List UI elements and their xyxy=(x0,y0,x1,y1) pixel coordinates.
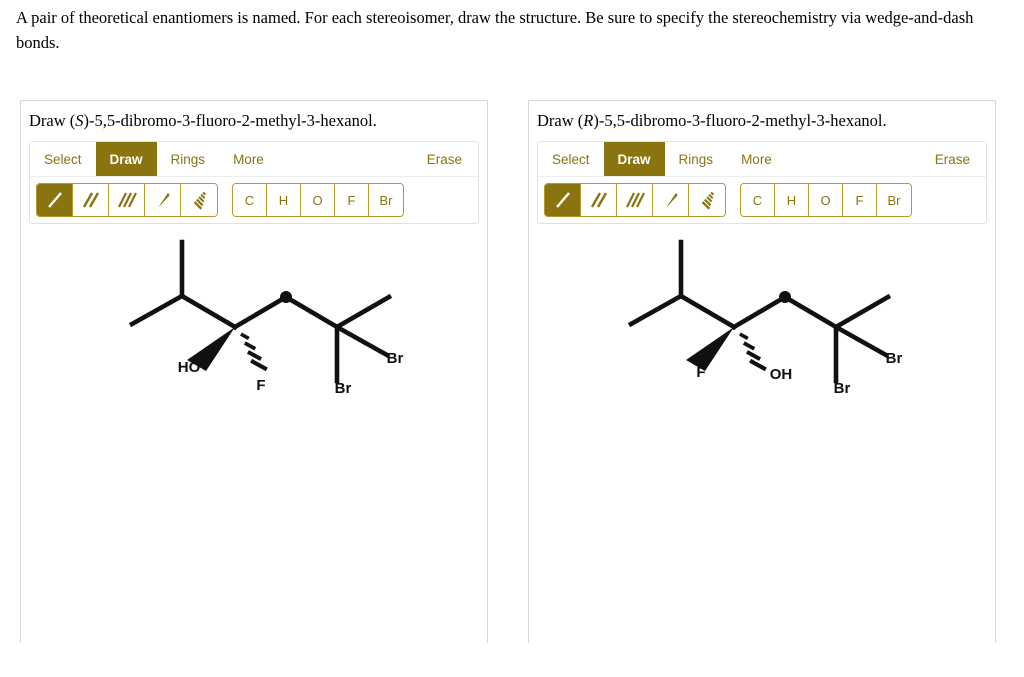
molecule-structure-r: F OH Br Br xyxy=(627,239,903,397)
element-button-f[interactable]: F xyxy=(843,184,877,216)
tab-rings[interactable]: Rings xyxy=(157,142,220,176)
panel-title-prefix: Draw ( xyxy=(537,111,584,130)
atom-label: F xyxy=(696,364,705,381)
erase-button[interactable]: Erase xyxy=(413,142,478,176)
atom-label: F xyxy=(256,377,265,394)
tab-draw[interactable]: Draw xyxy=(95,142,157,176)
element-button-c[interactable]: C xyxy=(233,184,267,216)
panel-title-suffix: )-5,5-dibromo-3-fluoro-2-methyl-3-hexano… xyxy=(593,111,887,130)
panel-title-prefix: Draw ( xyxy=(29,111,76,130)
panel-title-suffix: )-5,5-dibromo-3-fluoro-2-methyl-3-hexano… xyxy=(83,111,377,130)
double-bond-tool[interactable] xyxy=(73,184,109,216)
ch2-vertex-dot xyxy=(280,291,292,303)
element-button-o[interactable]: O xyxy=(809,184,843,216)
element-button-f[interactable]: F xyxy=(335,184,369,216)
drawing-canvas-r[interactable]: F OH Br Br xyxy=(529,224,995,654)
single-bond-tool[interactable] xyxy=(545,184,581,216)
toolbar-tool-row: C H O F Br xyxy=(30,177,478,223)
editor-toolbar-s: Select Draw Rings More Erase C H O F Br xyxy=(29,141,479,224)
molecule-structure-s: HO F Br Br xyxy=(128,239,404,397)
drawing-canvas-s[interactable]: HO F Br Br xyxy=(21,224,487,654)
ch2-vertex-dot xyxy=(779,291,791,303)
structure-panel-s: Draw (S)-5,5-dibromo-3-fluoro-2-methyl-3… xyxy=(20,100,488,654)
bond-tool-group xyxy=(36,183,218,217)
atom-label: OH xyxy=(770,366,793,383)
element-button-h[interactable]: H xyxy=(267,184,301,216)
element-button-br[interactable]: Br xyxy=(369,184,403,216)
wedge-bond-tool[interactable] xyxy=(653,184,689,216)
bond-tool-group xyxy=(544,183,726,217)
hash-bond-tool[interactable] xyxy=(689,184,725,216)
element-button-br[interactable]: Br xyxy=(877,184,911,216)
tab-select[interactable]: Select xyxy=(538,142,604,176)
hash-bond-to-oh xyxy=(739,332,767,372)
toolbar-tab-row: Select Draw Rings More Erase xyxy=(30,142,478,177)
element-button-h[interactable]: H xyxy=(775,184,809,216)
panel-title-descriptor: R xyxy=(583,111,594,130)
element-tool-group: C H O F Br xyxy=(740,183,912,217)
atom-label: HO xyxy=(178,359,201,376)
panel-title-descriptor: S xyxy=(75,111,84,130)
tab-select[interactable]: Select xyxy=(30,142,96,176)
erase-button[interactable]: Erase xyxy=(921,142,986,176)
toolbar-tool-row: C H O F Br xyxy=(538,177,986,223)
toolbar-tab-row: Select Draw Rings More Erase xyxy=(538,142,986,177)
atom-label: Br xyxy=(834,380,851,397)
hash-bond-tool[interactable] xyxy=(181,184,217,216)
panel-title-r: Draw (R)-5,5-dibromo-3-fluoro-2-methyl-3… xyxy=(529,101,995,131)
double-bond-tool[interactable] xyxy=(581,184,617,216)
element-button-o[interactable]: O xyxy=(301,184,335,216)
element-button-c[interactable]: C xyxy=(741,184,775,216)
panel-title-s: Draw (S)-5,5-dibromo-3-fluoro-2-methyl-3… xyxy=(21,101,487,131)
hash-bond-to-f xyxy=(240,332,268,372)
triple-bond-tool[interactable] xyxy=(617,184,653,216)
page-title: A pair of theoretical enantiomers is nam… xyxy=(16,8,974,52)
atom-label: Br xyxy=(335,380,352,397)
editor-toolbar-r: Select Draw Rings More Erase C H O F Br xyxy=(537,141,987,224)
tab-more[interactable]: More xyxy=(219,142,278,176)
tab-more[interactable]: More xyxy=(727,142,786,176)
wedge-bond-to-f xyxy=(686,327,734,371)
element-tool-group: C H O F Br xyxy=(232,183,404,217)
triple-bond-tool[interactable] xyxy=(109,184,145,216)
tab-rings[interactable]: Rings xyxy=(665,142,728,176)
wedge-bond-tool[interactable] xyxy=(145,184,181,216)
atom-label: Br xyxy=(886,350,903,367)
single-bond-tool[interactable] xyxy=(37,184,73,216)
tab-draw[interactable]: Draw xyxy=(603,142,665,176)
atom-label: Br xyxy=(387,350,404,367)
structure-panel-r: Draw (R)-5,5-dibromo-3-fluoro-2-methyl-3… xyxy=(528,100,996,654)
